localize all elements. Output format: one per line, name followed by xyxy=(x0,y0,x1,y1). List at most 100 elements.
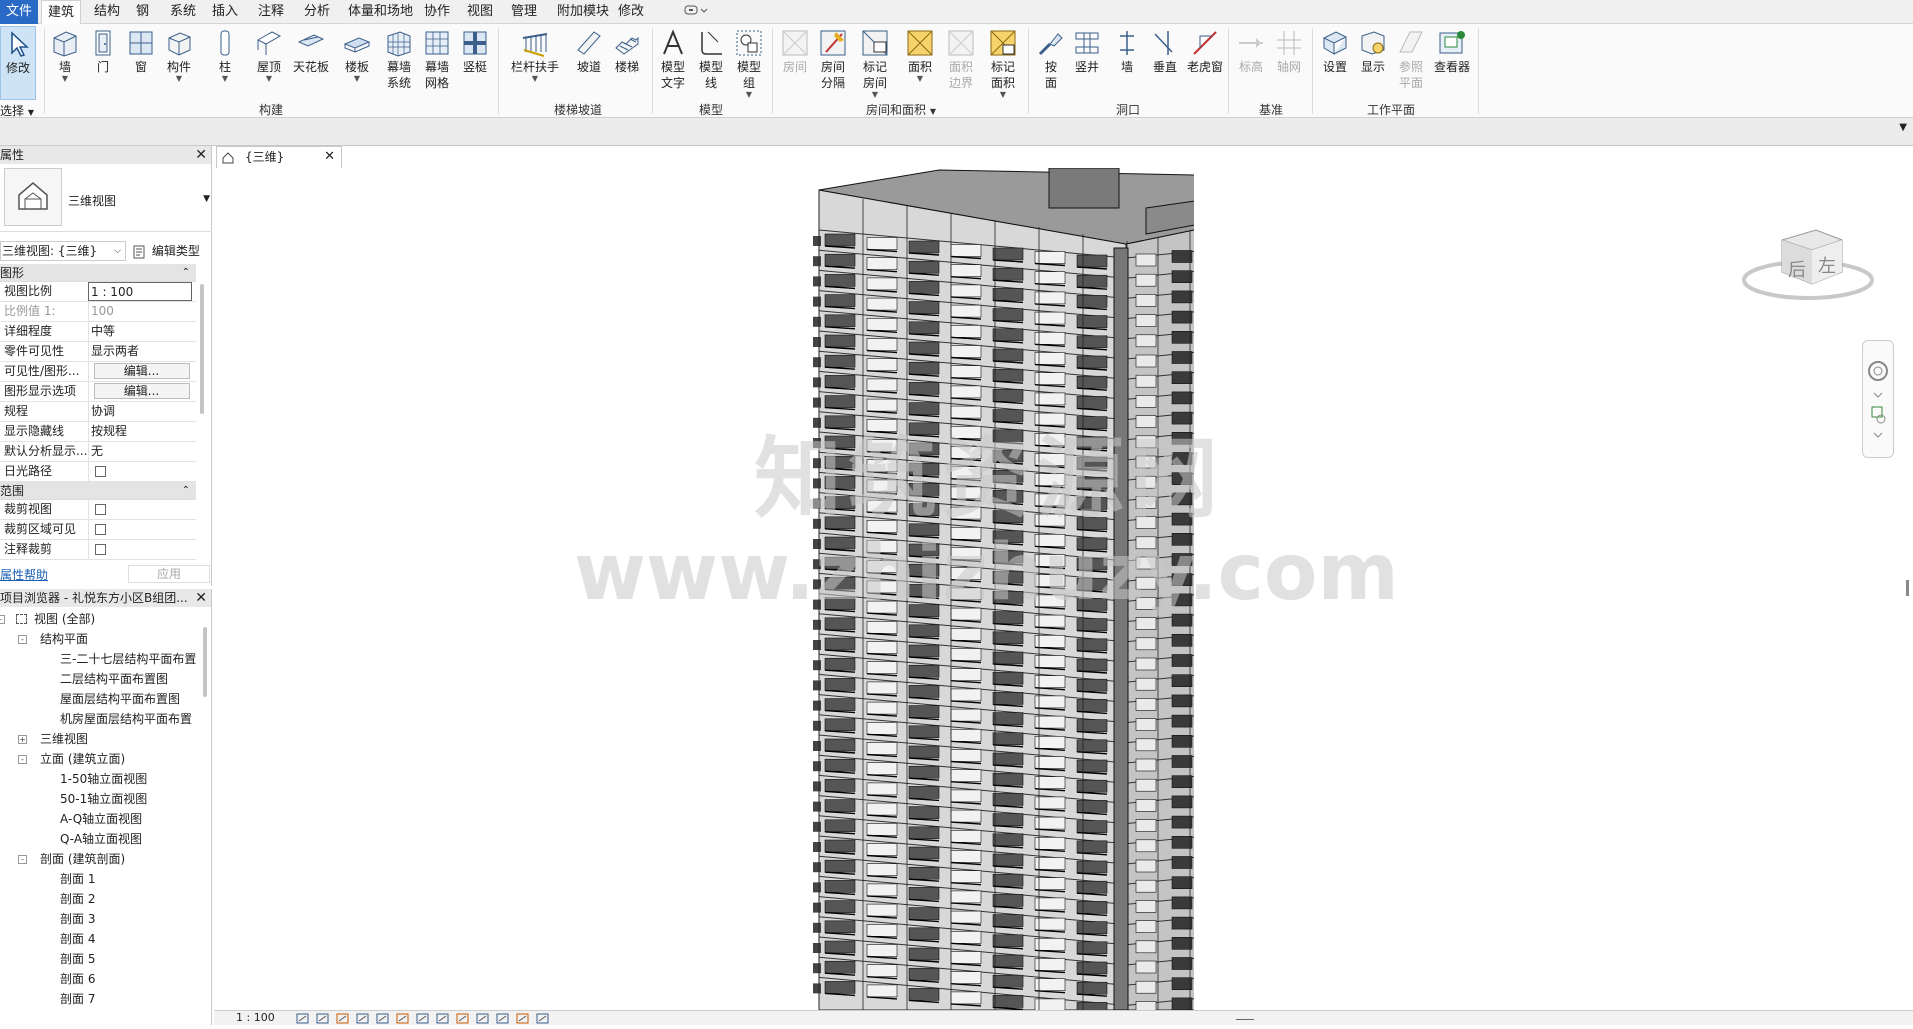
browser-node[interactable]: 三-二十七层结构平面布置 xyxy=(0,649,204,669)
browser-scrollbar[interactable] xyxy=(203,627,207,697)
browser-node[interactable]: - 视图 (全部) xyxy=(0,609,204,629)
menu-tab-8[interactable]: 协作 xyxy=(418,0,456,24)
browser-node[interactable]: - 结构平面 xyxy=(0,629,204,649)
menu-tab-5[interactable]: 注释 xyxy=(252,0,290,24)
properties-scrollbar[interactable] xyxy=(200,284,204,414)
dormer-button[interactable]: 老虎窗 xyxy=(1186,26,1224,102)
collapse-toggle-icon[interactable]: - xyxy=(18,855,27,864)
collapse-group-icon[interactable]: ⌃ xyxy=(182,264,190,282)
lock-view-icon[interactable] xyxy=(436,1012,450,1025)
room-area-panel-dropdown[interactable]: 房间和面积 ▼ xyxy=(776,101,1026,117)
viewcube[interactable]: 后 左 xyxy=(1730,220,1880,320)
tag-room-button[interactable]: 标记 房间 ▼ xyxy=(856,26,894,102)
model-group-button[interactable]: 模型组 ▼ xyxy=(730,26,768,102)
menu-tab-3[interactable]: 系统 xyxy=(164,0,202,24)
collapse-toggle-icon[interactable]: - xyxy=(0,615,5,624)
browser-node[interactable]: + 三维视图 xyxy=(0,729,204,749)
column-button[interactable]: 柱 ▼ xyxy=(206,26,244,102)
floor-button[interactable]: 楼板 ▼ xyxy=(338,26,376,102)
model-line-button[interactable]: 模型线 xyxy=(692,26,730,102)
browser-node[interactable]: 二层结构平面布置图 xyxy=(0,669,204,689)
curtain-system-button[interactable]: 幕墙 系统 xyxy=(380,26,418,102)
property-value[interactable]: 协调 xyxy=(88,402,192,421)
close-properties-icon[interactable]: ✕ xyxy=(195,146,207,164)
show-workplane-button[interactable]: 显示 xyxy=(1354,26,1392,102)
edit-type-button[interactable]: 编辑类型 xyxy=(132,242,200,260)
menu-tab-1[interactable]: 结构 xyxy=(88,0,126,24)
property-value[interactable]: 编辑... xyxy=(88,362,192,381)
collapse-toggle-icon[interactable]: - xyxy=(18,755,27,764)
menu-tab-2[interactable]: 钢 xyxy=(130,0,155,24)
rendering-icon[interactable] xyxy=(376,1012,390,1025)
ceiling-button[interactable]: 天花板 xyxy=(292,26,330,102)
visual-style-icon[interactable] xyxy=(316,1012,330,1025)
checkbox[interactable] xyxy=(95,504,106,515)
analysis-icon[interactable] xyxy=(496,1012,510,1025)
property-value[interactable]: 1 : 100 xyxy=(88,282,192,301)
show-crop-icon[interactable] xyxy=(416,1012,430,1025)
by-face-button[interactable]: 按面 xyxy=(1032,26,1070,102)
constraints-icon[interactable] xyxy=(536,1012,550,1025)
property-group-header[interactable]: 图形 ⌃ xyxy=(0,264,196,282)
properties-help-link[interactable]: 属性帮助 xyxy=(0,566,48,583)
property-value[interactable]: 无 xyxy=(88,442,192,461)
stair-button[interactable]: 楼梯 xyxy=(608,26,646,102)
menu-tab-7[interactable]: 体量和场地 xyxy=(342,0,419,24)
browser-node[interactable]: 剖面 6 xyxy=(0,969,204,989)
property-value[interactable] xyxy=(88,540,192,559)
browser-node[interactable]: 剖面 3 xyxy=(0,909,204,929)
collapse-toggle-icon[interactable]: - xyxy=(18,635,27,644)
menu-tab-0[interactable]: 建筑 xyxy=(41,0,82,24)
shadows-icon[interactable] xyxy=(356,1012,370,1025)
property-value[interactable]: 编辑... xyxy=(88,382,192,401)
drawing-canvas[interactable]: 知筑资源网 www.zhizhuzy.com xyxy=(214,168,1913,1010)
highlight-icon[interactable] xyxy=(516,1012,530,1025)
browser-node[interactable]: 剖面 5 xyxy=(0,949,204,969)
temp-hide-icon[interactable] xyxy=(456,1012,470,1025)
tab-overflow-dropdown[interactable]: ▼ xyxy=(1899,122,1907,133)
browser-node[interactable]: 剖面 1 xyxy=(0,869,204,889)
component-button[interactable]: 构件 ▼ xyxy=(160,26,198,102)
menu-tab-9[interactable]: 视图 xyxy=(461,0,499,24)
browser-node[interactable]: - 剖面 (建筑剖面) xyxy=(0,849,204,869)
sun-path-icon[interactable] xyxy=(336,1012,350,1025)
modify-button[interactable]: 修改 xyxy=(0,26,36,100)
browser-node[interactable]: A-Q轴立面视图 xyxy=(0,809,204,829)
mullion-button[interactable]: 竖梃 xyxy=(456,26,494,102)
property-value[interactable]: 按规程 xyxy=(88,422,192,441)
expand-toggle-icon[interactable]: + xyxy=(18,735,27,744)
view-scale[interactable]: 1 : 100 xyxy=(236,1011,275,1025)
browser-node[interactable]: 剖面 7 xyxy=(0,989,204,1009)
close-browser-icon[interactable]: ✕ xyxy=(195,589,207,607)
menu-tab-4[interactable]: 插入 xyxy=(206,0,244,24)
checkbox[interactable] xyxy=(95,544,106,555)
checkbox[interactable] xyxy=(95,466,106,477)
property-value[interactable] xyxy=(88,462,192,481)
browser-node[interactable]: 剖面 2 xyxy=(0,889,204,909)
edit-button[interactable]: 编辑... xyxy=(93,363,190,379)
collapse-group-icon[interactable]: ⌃ xyxy=(182,482,190,500)
steering-wheel-icon[interactable] xyxy=(1868,361,1888,381)
door-button[interactable]: 门 xyxy=(84,26,122,102)
close-tab-icon[interactable]: ✕ xyxy=(324,147,335,167)
apply-button[interactable]: 应用 xyxy=(128,565,210,583)
shaft-button[interactable]: 竖井 xyxy=(1068,26,1106,102)
ramp-button[interactable]: 坡道 xyxy=(570,26,608,102)
reveal-hidden-icon[interactable] xyxy=(476,1012,490,1025)
area-boundary-button[interactable]: 面积 边界 xyxy=(942,26,980,102)
checkbox[interactable] xyxy=(95,524,106,535)
level-button[interactable]: 标高 xyxy=(1232,26,1270,102)
menu-file[interactable]: 文件 xyxy=(0,0,38,24)
browser-node[interactable]: 1-50轴立面视图 xyxy=(0,769,204,789)
grid-button[interactable]: 轴网 xyxy=(1270,26,1308,102)
edit-button[interactable]: 编辑... xyxy=(93,383,190,399)
quick-access-dropdown[interactable] xyxy=(676,0,716,24)
browser-node[interactable]: 屋面层结构平面布置图 xyxy=(0,689,204,709)
ref-plane-button[interactable]: 参照 平面 xyxy=(1392,26,1430,102)
browser-node[interactable]: 剖面 4 xyxy=(0,929,204,949)
area-button[interactable]: 面积 ▼ xyxy=(901,26,939,102)
room-button[interactable]: 房间 xyxy=(776,26,814,102)
browser-node[interactable]: 机房屋面层结构平面布置 xyxy=(0,709,204,729)
tab-3d-view[interactable]: {三维} ✕ xyxy=(216,146,342,168)
roof-button[interactable]: 屋顶 ▼ xyxy=(250,26,288,102)
